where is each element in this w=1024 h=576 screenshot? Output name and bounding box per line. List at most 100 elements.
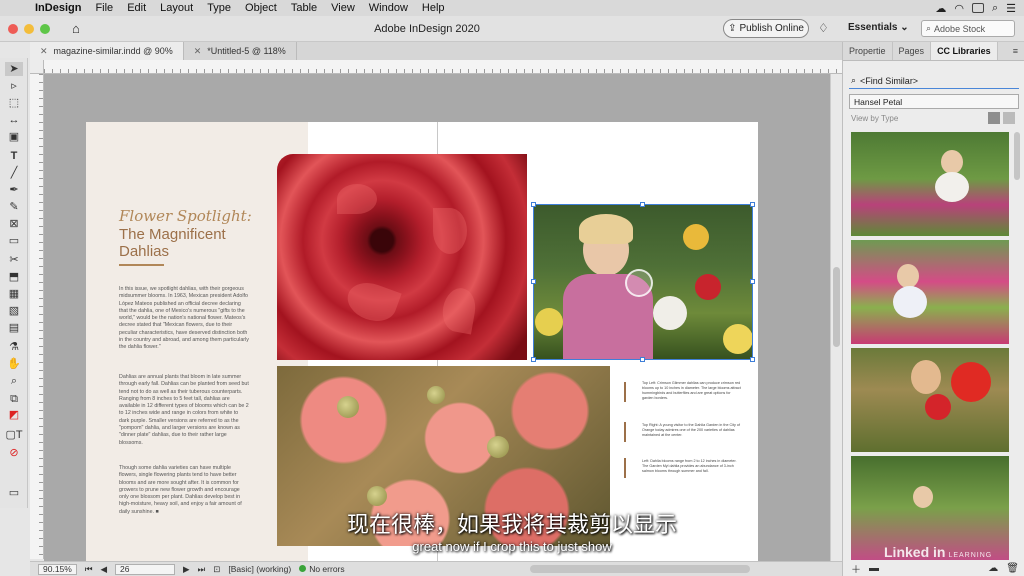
tab-cc-libraries[interactable]: CC Libraries [931,42,998,60]
gradient-feather-tool-icon[interactable]: ▧ [5,304,23,318]
open-page-icon[interactable]: ⊡ [213,564,220,575]
pen-tool-icon[interactable]: ✒ [5,183,23,197]
type-tool-icon[interactable]: T [5,149,23,163]
menu-table[interactable]: Table [284,2,324,14]
panel-scroll-thumb[interactable] [1014,132,1020,180]
menu-list-icon[interactable]: ☰ [1006,2,1016,15]
page-number-field[interactable]: 26 [115,563,176,575]
menu-type[interactable]: Type [200,2,238,14]
menu-window[interactable]: Window [362,2,415,14]
panel-menu-icon[interactable]: ≡ [1007,42,1024,60]
caption-top-right[interactable]: Top Right: A young visitor to the Dahlia… [642,423,742,438]
eyedropper-tool-icon[interactable]: ⚗ [5,340,23,354]
menu-view[interactable]: View [324,2,362,14]
menu-file[interactable]: File [88,2,120,14]
preflight-status[interactable]: No errors [299,564,345,574]
wifi-icon[interactable]: ◠ [954,2,964,15]
preflight-profile[interactable]: [Basic] (working) [228,564,291,574]
menu-object[interactable]: Object [238,2,284,14]
frame-handle[interactable] [531,202,536,207]
page-tool-icon[interactable]: ⬚ [5,96,23,110]
adobe-stock-search[interactable]: ⌕ Adobe Stock [921,20,1015,37]
close-tab-icon[interactable]: ✕ [194,46,202,57]
body-paragraph-2[interactable]: Dahlias are annual plants that bloom in … [119,374,249,447]
frame-handle[interactable] [531,357,536,362]
rectangle-frame-tool-icon[interactable]: ⊠ [5,217,23,231]
frame-handle[interactable] [750,202,755,207]
tab-pages[interactable]: Pages [893,42,932,60]
caption-left[interactable]: Left: Dahlia blooms range from 2 to 12 i… [642,459,742,474]
view-by-type-dropdown[interactable]: View by Type [851,114,898,123]
find-similar-field[interactable]: ⌕ <Find Similar> [849,73,1019,89]
horizontal-ruler[interactable] [44,60,842,74]
article-title[interactable]: The Magnificent Dahlias [119,226,259,260]
content-collector-icon[interactable]: ▣ [5,130,23,144]
spotlight-icon[interactable]: ⌕ [992,2,998,15]
cloud-sync-icon[interactable]: ☁ [988,563,998,574]
pasteboard[interactable]: Flower Spotlight: The Magnificent Dahlia… [44,74,830,561]
pencil-tool-icon[interactable]: ✎ [5,200,23,214]
zoom-tool-icon[interactable]: ⌕ [5,374,23,388]
library-image-3[interactable] [851,348,1009,452]
tab-untitled-5[interactable]: ✕ *Untitled-5 @ 118% [184,42,297,60]
red-dahlia-photo[interactable] [277,154,527,360]
previous-page-icon[interactable]: ◀ [101,564,108,575]
frame-handle[interactable] [640,357,645,362]
selection-tool-icon[interactable]: ➤ [5,62,23,76]
fill-stroke-swatch-icon[interactable]: ◩ [5,408,23,422]
frame-handle[interactable] [750,357,755,362]
gap-tool-icon[interactable]: ↔ [5,113,23,127]
scissors-tool-icon[interactable]: ✂ [5,253,23,267]
default-fill-stroke-icon[interactable]: ⧉ [5,392,23,406]
screen-mode-icon[interactable]: ▭ [5,486,23,500]
workspace-switcher[interactable]: Essentials ⌄ [848,22,909,33]
zoom-level-field[interactable]: 90.15% [38,563,77,575]
tab-magazine-similar[interactable]: ✕ magazine-similar.indd @ 90% [30,42,184,60]
ruler-origin[interactable] [30,60,44,74]
menu-edit[interactable]: Edit [120,2,153,14]
vertical-ruler[interactable] [30,74,44,559]
content-grabber-icon[interactable] [625,269,653,297]
rectangle-tool-icon[interactable]: ▭ [5,234,23,248]
last-page-icon[interactable]: ⏭ [198,564,206,575]
menu-app-name[interactable]: InDesign [28,2,88,14]
scrollbar-thumb[interactable] [833,267,840,347]
note-tool-icon[interactable]: ▤ [5,321,23,335]
library-image-2[interactable] [851,240,1009,344]
menu-layout[interactable]: Layout [153,2,200,14]
script-title[interactable]: Flower Spotlight: [119,207,252,225]
folder-icon[interactable]: ▬ [869,563,879,574]
apply-none-icon[interactable]: ⊘ [5,446,23,460]
vertical-scrollbar[interactable] [830,74,842,561]
list-view-icon[interactable] [1003,112,1015,124]
frame-handle[interactable] [750,279,755,284]
free-transform-tool-icon[interactable]: ⬒ [5,270,23,284]
close-window-icon[interactable] [8,23,18,34]
frame-handle[interactable] [640,202,645,207]
trash-icon[interactable]: 🗑 [1006,563,1024,574]
menu-help[interactable]: Help [415,2,452,14]
library-select[interactable]: Hansel Petal [849,94,1019,109]
line-tool-icon[interactable]: ╱ [5,166,23,180]
direct-selection-tool-icon[interactable]: ▹ [5,79,23,93]
frame-handle[interactable] [531,279,536,284]
library-image-1[interactable] [851,132,1009,236]
panel-scrollbar[interactable] [1013,132,1021,552]
next-page-icon[interactable]: ▶ [183,564,190,575]
horizontal-scrollbar[interactable] [530,565,750,573]
first-page-icon[interactable]: ⏮ [85,564,93,575]
tab-properties[interactable]: Propertie [843,42,893,60]
gradient-swatch-tool-icon[interactable]: ▦ [5,287,23,301]
battery-icon[interactable] [971,3,984,13]
lightbulb-icon[interactable]: ♢ [818,21,829,35]
minimize-window-icon[interactable] [24,23,34,34]
grid-view-icon[interactable] [988,112,1000,124]
add-content-icon[interactable]: ＋ [851,561,861,576]
hand-tool-icon[interactable]: ✋ [5,357,23,371]
home-icon[interactable]: ⌂ [72,21,80,36]
close-tab-icon[interactable]: ✕ [40,46,48,57]
caption-top-left[interactable]: Top Left: Crimson Glimmer dahlias can pr… [642,381,742,401]
formatting-affects-container-icon[interactable]: ▢T [5,428,23,442]
zoom-window-icon[interactable] [40,23,50,34]
body-paragraph-1[interactable]: In this issue, we spotlight dahlias, wit… [119,286,249,352]
